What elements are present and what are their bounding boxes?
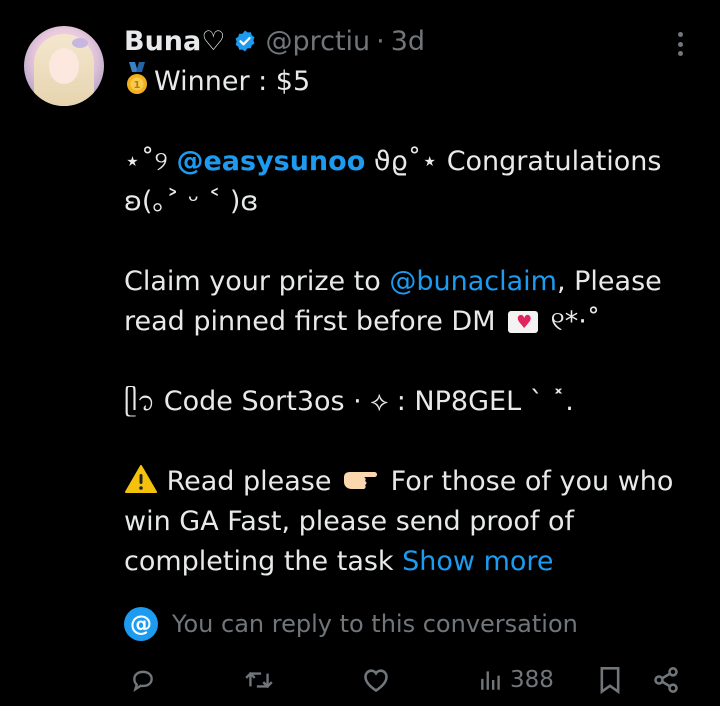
mention-bunaclaim[interactable]: @bunaclaim [389,266,557,297]
author-name[interactable]: Buna♡ [124,26,225,57]
like-button[interactable] [362,664,390,696]
views-icon [481,671,500,690]
avatar[interactable] [24,26,104,106]
text-line-code: ᥫ᭡ Code Sort3os · ⟡ : NP8GEL ˋ ˟. [124,386,574,417]
retweet-icon [245,671,273,689]
more-options-icon[interactable] [668,30,692,58]
text-line-win: win GA Fast, please send proof of [124,506,575,537]
text-line-congrats: ⋆˚୨ @easysunoo ϑϱ˚⋆ Congratulations [124,146,662,177]
text-line-claim: Claim your prize to @bunaclaim, Please [124,266,662,297]
like-icon [364,669,388,692]
text-line-kaomoji: ʚ(｡˃ ᵕ ˂ )ɞ [124,186,259,217]
text-line-completing: completing the task Show more [124,546,554,577]
reply-icon [133,670,153,692]
show-more-link[interactable]: Show more [402,546,553,577]
text-line-winner: 1 Winner : $5 [124,62,694,102]
action-bar: 388 [124,664,684,696]
share-button[interactable] [652,664,680,696]
love-letter-icon [508,303,539,343]
text-line-pinned: read pinned first before DM ୧*·˚ [124,302,694,343]
reply-permission-note: @ You can reply to this conversation [124,606,578,642]
verified-badge-icon [236,30,255,52]
tweet-timestamp[interactable]: 3d [391,26,425,57]
tweet-header: Buna♡ @prctiu · 3d [124,24,425,58]
text-line-read: Read please For those of you who [124,462,694,502]
medal-icon: 1 [127,62,147,94]
views-button[interactable]: 388 [478,664,554,696]
at-sign-icon: @ [124,607,158,641]
share-icon [654,667,678,693]
pointing-hand-icon [344,472,378,489]
mention-easysunoo[interactable]: @easysunoo [176,146,365,177]
bookmark-button[interactable] [598,664,622,696]
reply-button[interactable] [130,664,156,696]
author-handle[interactable]: @prctiu [265,26,370,57]
tweet-text: 1 Winner : $5 ⋆˚୨ @easysunoo ϑϱ˚⋆ Congrat… [124,62,694,582]
warning-icon [125,465,157,493]
views-count: 388 [510,667,554,693]
svg-text:1: 1 [134,80,141,91]
bookmark-icon [600,667,620,694]
separator-dot: · [376,25,385,57]
retweet-button[interactable] [244,664,274,696]
